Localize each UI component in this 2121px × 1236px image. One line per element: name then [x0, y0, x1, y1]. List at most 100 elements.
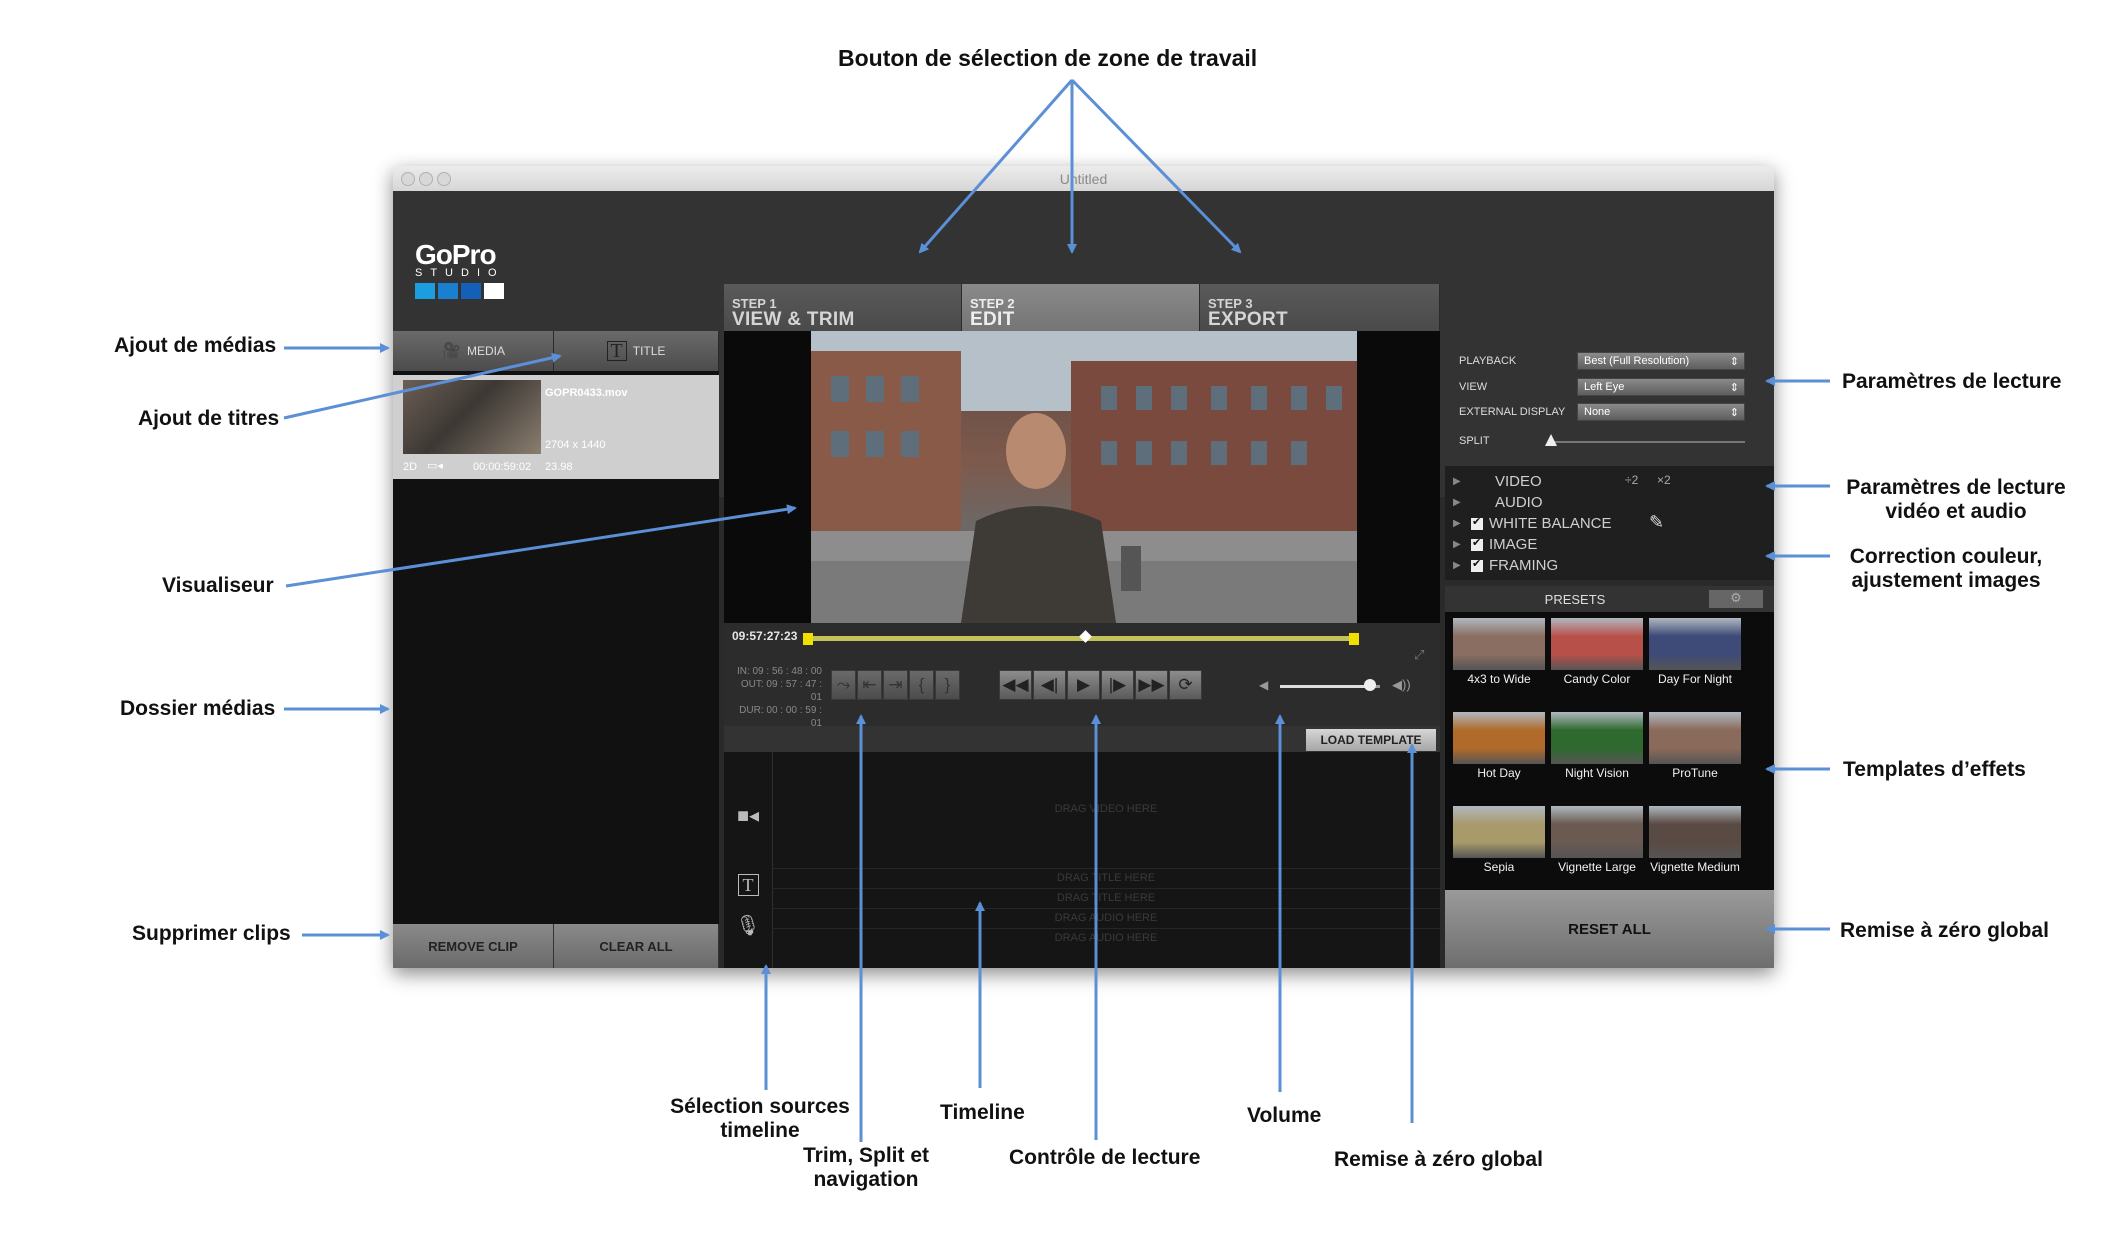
audio-track-source-button[interactable]: 🎙 [724, 902, 772, 948]
preset-label: Sepia [1483, 860, 1515, 874]
presets-header: PRESETS ⚙ [1445, 586, 1774, 612]
logo-square [438, 283, 458, 299]
annotation-volume: Volume [1247, 1104, 1322, 1127]
external-display-select[interactable]: None ⇕ [1577, 403, 1745, 421]
split-slider[interactable] [1549, 441, 1745, 443]
media-tab-button[interactable]: 🎥 MEDIA [393, 331, 554, 371]
annotation-add-media: Ajout de médias [114, 334, 277, 357]
annotation-line: Sélection sources [670, 1095, 850, 1118]
preset-thumbnail[interactable] [1551, 618, 1643, 670]
title-tab-button[interactable]: T TITLE [554, 331, 719, 371]
mark-out-button[interactable]: } [935, 670, 960, 700]
video-scene-image [811, 331, 1357, 623]
loop-button[interactable]: ⟳ [1169, 670, 1202, 700]
annotation-add-titles: Ajout de titres [138, 407, 280, 430]
annotation-viewer: Visualiseur [162, 574, 274, 597]
volume-low-icon: ◀ [1259, 678, 1269, 692]
preset-thumbnail[interactable] [1649, 806, 1741, 858]
window-titlebar: Untitled [393, 166, 1774, 192]
preset-thumbnail[interactable] [1453, 806, 1545, 858]
fullscreen-icon[interactable]: ⤢ [1414, 647, 1424, 663]
checkbox[interactable] [1471, 515, 1483, 530]
annotation-line: Paramètres de lecture [1846, 476, 2066, 499]
expand-triangle-icon: ▶ [1453, 560, 1461, 571]
annotation-line: Trim, Split et [802, 1144, 930, 1167]
rewind-button[interactable]: ◀◀ [999, 670, 1032, 700]
app-window: Untitled GoPro STUDIO STEP 1 VIEW & TRIM… [393, 166, 1774, 968]
split-button[interactable]: ⤳ [831, 670, 856, 700]
volume-fill [1280, 685, 1370, 688]
select-arrows-icon: ⇕ [1729, 407, 1739, 419]
rewind-icon: ◀◀ [1002, 675, 1029, 694]
reset-all-button[interactable]: RESET ALL [1445, 890, 1774, 968]
split-slider-knob[interactable] [1545, 434, 1557, 446]
presets-settings-button[interactable]: ⚙ [1709, 590, 1763, 608]
media-clip-item[interactable]: GOPR0433.mov 2704 x 1440 2D ▭◂ 00:00:59:… [393, 375, 719, 479]
expand-triangle-icon: ▶ [1453, 518, 1461, 529]
load-template-button[interactable]: LOAD TEMPLATE [1306, 729, 1436, 751]
logo-sub: STUDIO [415, 267, 505, 279]
audio-drop-zone[interactable]: DRAG AUDIO HERE [772, 908, 1440, 928]
title-drop-zone[interactable]: DRAG TITLE HERE [772, 888, 1440, 908]
preset-thumbnail[interactable] [1453, 618, 1545, 670]
mark-in-button[interactable]: { [909, 670, 934, 700]
prop-image[interactable]: ▶ IMAGE [1453, 536, 1537, 554]
skip-start-icon: ⇤ [862, 675, 877, 694]
playback-controls-area: 09:57:27:23 IN: 09 : 56 : 48 : 00 OUT: 0… [724, 623, 1440, 741]
in-out-dur-readout: IN: 09 : 56 : 48 : 00 OUT: 09 : 57 : 47 … [732, 665, 822, 730]
audio-drop-zone[interactable]: DRAG AUDIO HERE [772, 928, 1440, 948]
fast-forward-button[interactable]: ▶▶ [1135, 670, 1168, 700]
prop-video[interactable]: ▶ VIDEO [1453, 473, 1542, 490]
clip-thumbnail [403, 380, 541, 454]
annotation-global-reset-right: Remise à zéro global [1840, 919, 2049, 942]
step-back-button[interactable]: ◀| [1033, 670, 1066, 700]
title-t-icon: T [606, 341, 627, 361]
eyedropper-icon[interactable]: ✎ [1649, 512, 1664, 533]
remove-clip-button[interactable]: REMOVE CLIP [393, 924, 554, 968]
timeline-header: LOAD TEMPLATE [724, 726, 1440, 752]
preset-thumbnail[interactable] [1453, 712, 1545, 764]
video-viewer [724, 331, 1440, 623]
step-title: EDIT [970, 309, 1015, 330]
preset-thumbnail[interactable] [1551, 712, 1643, 764]
annotation-playback-settings: Paramètres de lecture [1842, 370, 2062, 393]
checkbox[interactable] [1471, 557, 1483, 572]
checkbox[interactable] [1471, 536, 1483, 551]
prop-framing[interactable]: ▶ FRAMING [1453, 557, 1558, 575]
go-to-in-button[interactable]: ⇤ [857, 670, 882, 700]
logo-square [461, 283, 481, 299]
prop-white-balance[interactable]: ▶ WHITE BALANCE [1453, 515, 1612, 533]
playback-settings-panel: PLAYBACK Best (Full Resolution) ⇕ VIEW Le… [1445, 331, 1774, 461]
title-drop-zone[interactable]: DRAG TITLE HERE [772, 868, 1440, 888]
prop-audio[interactable]: ▶ AUDIO [1453, 494, 1543, 511]
clip-duration: 00:00:59:02 [473, 461, 532, 473]
speed-half-button[interactable]: ÷2 [1625, 473, 1638, 487]
microphone-icon: 🎙 [735, 914, 761, 937]
step-forward-button[interactable]: |▶ [1101, 670, 1134, 700]
preset-label: Night Vision [1565, 766, 1629, 780]
preset-thumbnail[interactable] [1551, 806, 1643, 858]
in-point-marker[interactable] [803, 633, 813, 645]
out-point-marker[interactable] [1349, 633, 1359, 645]
loop-icon: ⟳ [1178, 675, 1193, 694]
annotation-line: ajustement images [1851, 569, 2041, 592]
preset-thumbnail[interactable] [1649, 618, 1741, 670]
annotation-workspace-selector: Bouton de sélection de zone de travail [838, 45, 1258, 71]
volume-knob[interactable] [1364, 679, 1376, 691]
brace-right-icon: } [944, 675, 951, 694]
annotation-line: navigation [813, 1168, 919, 1191]
clear-all-button[interactable]: CLEAR ALL [554, 924, 719, 968]
preset-thumbnail[interactable] [1649, 712, 1741, 764]
view-select[interactable]: Left Eye ⇕ [1577, 378, 1745, 396]
playback-value: Best (Full Resolution) [1584, 355, 1690, 367]
play-button[interactable]: ▶ [1067, 670, 1100, 700]
go-to-out-button[interactable]: ⇥ [883, 670, 908, 700]
video-drop-zone[interactable]: DRAG VIDEO HERE [772, 752, 1440, 866]
video-track-source-button[interactable]: ■◂ [724, 792, 772, 838]
skip-end-icon: ⇥ [888, 675, 903, 694]
clip-mode: 2D [403, 461, 418, 473]
in-time: IN: 09 : 56 : 48 : 00 [736, 666, 822, 677]
speed-double-button[interactable]: ×2 [1657, 473, 1671, 487]
select-arrows-icon: ⇕ [1729, 356, 1739, 368]
playback-select[interactable]: Best (Full Resolution) ⇕ [1577, 352, 1745, 370]
